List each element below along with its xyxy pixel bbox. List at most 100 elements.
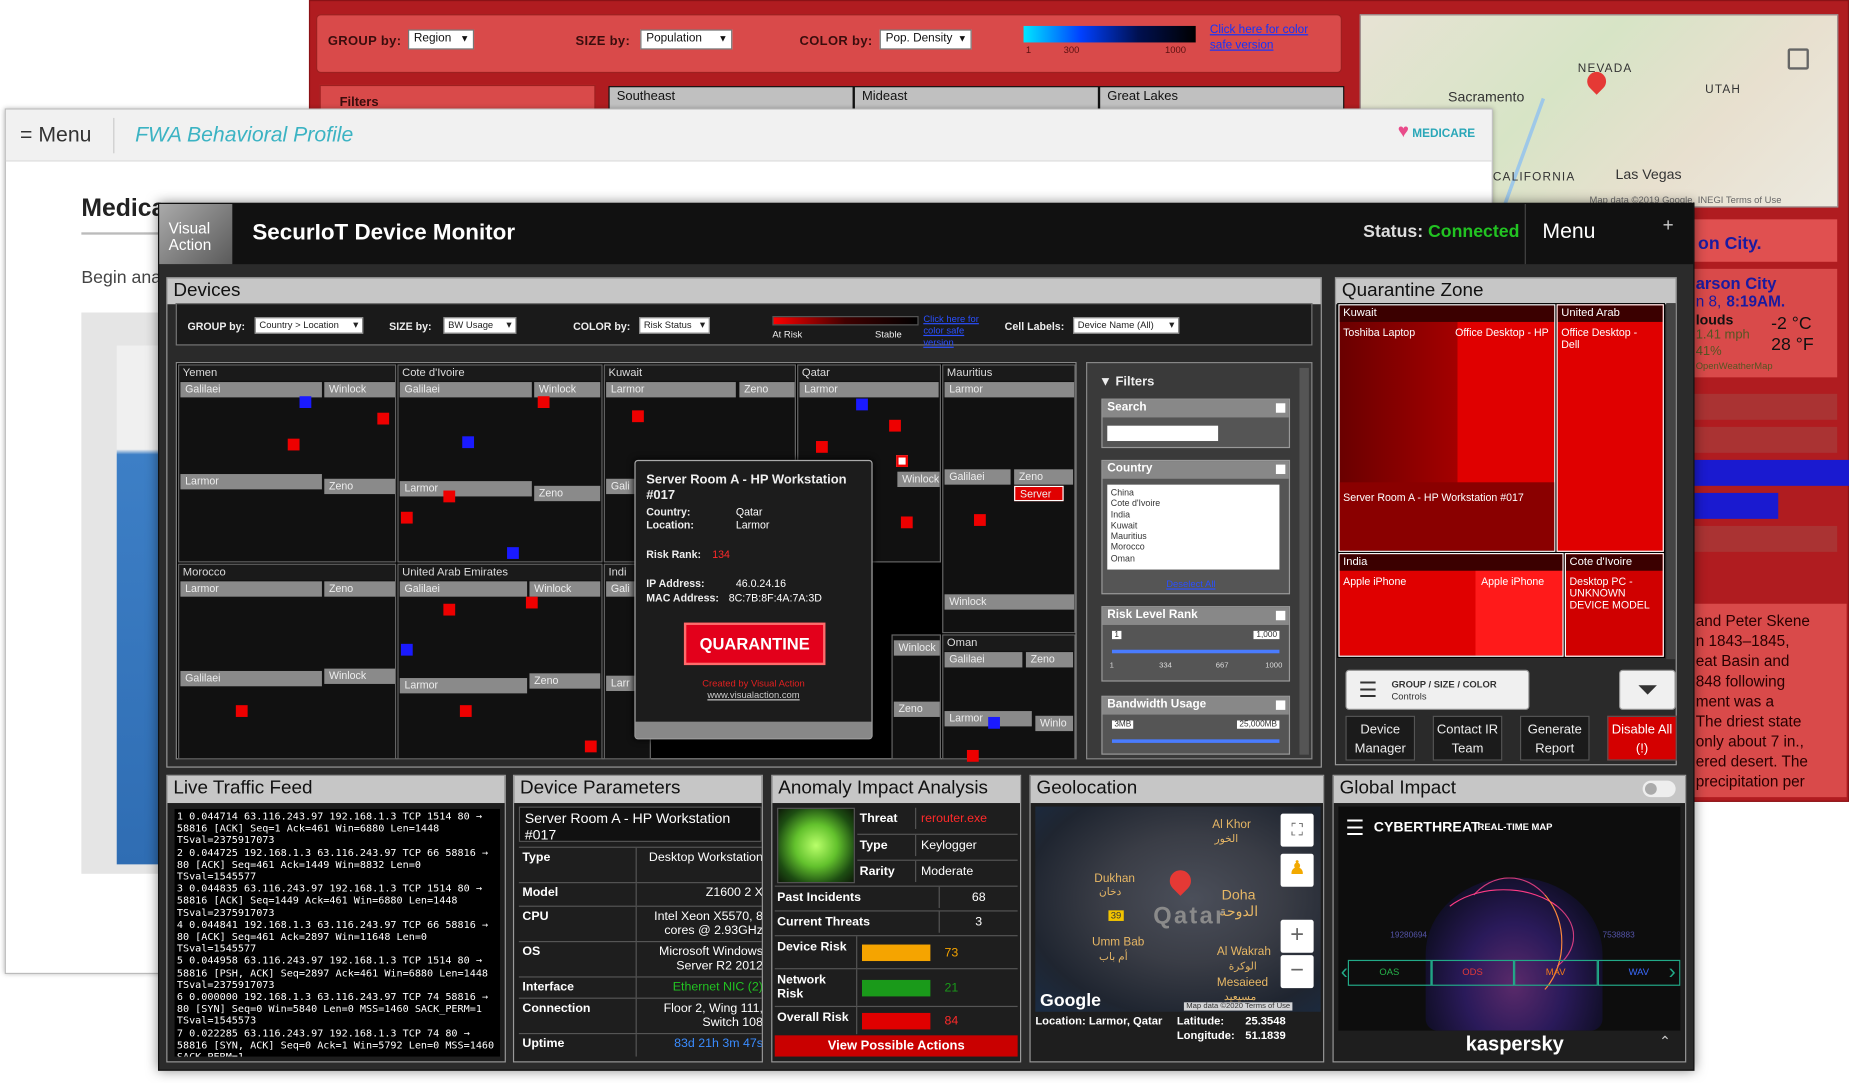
devices-treemap[interactable]: Yemen Galilaei Winlock Larmor Zeno Cote … bbox=[175, 362, 1077, 762]
device-tile[interactable] bbox=[889, 419, 901, 432]
device-tile[interactable] bbox=[377, 412, 390, 425]
device-manager-button[interactable]: Device Manager bbox=[1345, 715, 1416, 761]
filters-scrollbar[interactable] bbox=[1299, 367, 1309, 755]
country-option[interactable]: Cote d'Ivoire bbox=[1111, 498, 1276, 509]
device-tile[interactable] bbox=[235, 705, 248, 717]
disable-all-button[interactable]: Disable All (!) bbox=[1607, 715, 1677, 761]
device-tile[interactable] bbox=[400, 643, 413, 656]
treemap-country[interactable]: Winlock Zeno bbox=[891, 634, 942, 760]
cyberthreat-map[interactable]: ☰ CYBERTHREAT REAL-TIME MAP 19280694 753… bbox=[1338, 806, 1681, 1031]
back-group-select[interactable]: Region bbox=[408, 29, 475, 50]
quarantine-region[interactable]: United Arab Office Desktop - Dell bbox=[1556, 304, 1664, 552]
credit-link[interactable]: www.visualaction.com bbox=[707, 690, 799, 701]
menu-button[interactable]: Menu bbox=[1542, 219, 1595, 244]
global-toggle[interactable] bbox=[1642, 780, 1676, 798]
back-size-select[interactable]: Population bbox=[640, 29, 733, 50]
deselect-all-link[interactable]: Deselect All bbox=[1166, 579, 1215, 590]
bandwidth-min[interactable]: 3MB bbox=[1111, 720, 1134, 729]
country-option[interactable]: Kuwait bbox=[1111, 520, 1276, 531]
treemap-country[interactable]: Mauritius Larmor Galilaei Zeno Server Wi… bbox=[942, 364, 1076, 634]
fullscreen-icon[interactable] bbox=[1787, 48, 1809, 70]
device-tile[interactable] bbox=[537, 396, 550, 409]
risk-min[interactable]: 1 bbox=[1111, 630, 1122, 640]
device-tile[interactable] bbox=[856, 398, 868, 411]
bandwidth-max[interactable]: 25,000MB bbox=[1237, 720, 1280, 729]
device-tile[interactable] bbox=[459, 705, 472, 717]
plus-icon[interactable]: + bbox=[1663, 216, 1674, 237]
tab-mav[interactable]: MAV bbox=[1514, 959, 1598, 986]
back-color-safe-link[interactable]: Click here for color safe version bbox=[1210, 22, 1328, 53]
quarantine-region[interactable]: Cote d'Ivoire Desktop PC - UNKNOWN DEVIC… bbox=[1564, 553, 1664, 657]
chevron-up-icon[interactable]: ⌃ bbox=[1659, 1033, 1671, 1050]
quarantine-device[interactable]: Office Desktop - Dell bbox=[1561, 327, 1655, 351]
device-tile[interactable] bbox=[988, 716, 1000, 729]
contact-ir-team-button[interactable]: Contact IR Team bbox=[1432, 715, 1503, 761]
device-tile[interactable] bbox=[974, 514, 986, 526]
treemap-country[interactable]: United Arab Emirates Galilaei Winlock La… bbox=[397, 563, 603, 760]
country-option[interactable]: Oman bbox=[1111, 553, 1276, 564]
quarantine-button[interactable]: QUARANTINE bbox=[683, 622, 826, 666]
quarantine-device[interactable]: Office Desktop - HP bbox=[1455, 327, 1549, 339]
quarantine-device[interactable]: Server Room A - HP Workstation #017 bbox=[1343, 492, 1532, 504]
device-tile[interactable] bbox=[443, 603, 456, 616]
device-tile[interactable] bbox=[443, 490, 456, 503]
view-possible-actions-button[interactable]: View Possible Actions bbox=[774, 1035, 1018, 1057]
risk-slider[interactable] bbox=[1111, 649, 1280, 654]
device-tile[interactable] bbox=[525, 596, 538, 609]
back-filters[interactable]: Filters bbox=[319, 84, 596, 111]
street-view-icon[interactable]: ♟ bbox=[1280, 853, 1314, 887]
treemap-country[interactable]: Yemen Galilaei Winlock Larmor Zeno bbox=[178, 364, 397, 563]
quarantine-device[interactable]: Apple iPhone bbox=[1481, 575, 1544, 587]
device-tile[interactable] bbox=[900, 516, 913, 529]
generate-report-button[interactable]: Generate Report bbox=[1519, 715, 1590, 761]
quarantine-device[interactable]: Toshiba Laptop bbox=[1343, 327, 1415, 339]
group-size-color-controls[interactable]: ☰ GROUP / SIZE / COLOR Controls bbox=[1345, 669, 1530, 710]
device-tile[interactable] bbox=[632, 410, 644, 423]
device-tile[interactable] bbox=[507, 547, 519, 559]
country-option[interactable]: India bbox=[1111, 509, 1276, 520]
hamburger-icon[interactable]: ☰ bbox=[1345, 816, 1364, 841]
device-tile[interactable] bbox=[299, 396, 312, 409]
group-select[interactable]: Country > Location bbox=[254, 317, 364, 334]
filter-list-icon[interactable]: ⏷ bbox=[1619, 669, 1676, 710]
color-select[interactable]: Risk Status bbox=[639, 317, 710, 334]
zoom-in-icon[interactable]: + bbox=[1280, 919, 1314, 953]
device-tile[interactable] bbox=[966, 749, 979, 762]
quarantine-device[interactable]: Desktop PC - UNKNOWN DEVICE MODEL bbox=[1570, 575, 1660, 610]
selected-device-tile[interactable] bbox=[896, 455, 908, 467]
search-input[interactable] bbox=[1107, 425, 1219, 442]
zoom-out-icon[interactable]: − bbox=[1280, 955, 1314, 989]
country-list[interactable]: China Cote d'Ivoire India Kuwait Mauriti… bbox=[1107, 484, 1280, 570]
treemap-country[interactable]: Morocco Larmor Zeno Galilaei Winlock bbox=[178, 563, 397, 760]
chevron-left-icon[interactable]: ‹ bbox=[1341, 960, 1348, 985]
device-tile[interactable] bbox=[400, 511, 413, 524]
back-color-select[interactable]: Pop. Density bbox=[879, 29, 972, 50]
quarantine-scrollbar[interactable] bbox=[1666, 303, 1676, 660]
country-option[interactable]: Morocco bbox=[1111, 542, 1276, 553]
quarantine-device[interactable]: Apple iPhone bbox=[1343, 575, 1406, 587]
treemap-country[interactable]: Cote d'Ivoire Galilaei Winlock Larmor Ze… bbox=[397, 364, 603, 563]
chevron-right-icon[interactable]: › bbox=[1669, 960, 1676, 985]
treemap-country[interactable]: Oman Galilaei Zeno Larmor Winlo bbox=[942, 634, 1076, 760]
cell-labels-select[interactable]: Device Name (All) bbox=[1073, 317, 1180, 334]
quarantine-region[interactable]: India Apple iPhone Apple iPhone bbox=[1338, 553, 1564, 657]
device-tile[interactable] bbox=[584, 740, 597, 753]
risk-max[interactable]: 1,000 bbox=[1254, 630, 1280, 640]
tab-oas[interactable]: OAS bbox=[1347, 959, 1431, 986]
medicare-menu[interactable]: = Menu bbox=[6, 117, 114, 153]
color-safe-link[interactable]: Click here for color safe version bbox=[923, 314, 994, 349]
bandwidth-slider[interactable] bbox=[1111, 739, 1280, 743]
quarantine-region[interactable]: Kuwait Toshiba Laptop Office Desktop - H… bbox=[1338, 304, 1556, 552]
device-tile[interactable] bbox=[816, 441, 828, 453]
country-option[interactable]: China bbox=[1111, 487, 1276, 498]
visual-action-logo[interactable]: Visual Action bbox=[159, 204, 233, 265]
country-option[interactable]: Mauritius bbox=[1111, 531, 1276, 542]
size-select[interactable]: BW Usage bbox=[443, 317, 517, 334]
device-tile[interactable] bbox=[287, 438, 300, 451]
geolocation-map[interactable]: Al Khor الخور Dukhan دخان Doha الدوحة Qa… bbox=[1035, 806, 1321, 1012]
device-tile[interactable] bbox=[462, 436, 475, 449]
tab-ods[interactable]: ODS bbox=[1430, 959, 1515, 986]
fullscreen-icon[interactable]: ⛶ bbox=[1280, 813, 1314, 847]
quarantine-treemap[interactable]: Kuwait Toshiba Laptop Office Desktop - H… bbox=[1337, 303, 1666, 658]
traffic-log[interactable]: 1 0.044714 63.116.243.97 192.168.1.3 TCP… bbox=[174, 808, 500, 1057]
